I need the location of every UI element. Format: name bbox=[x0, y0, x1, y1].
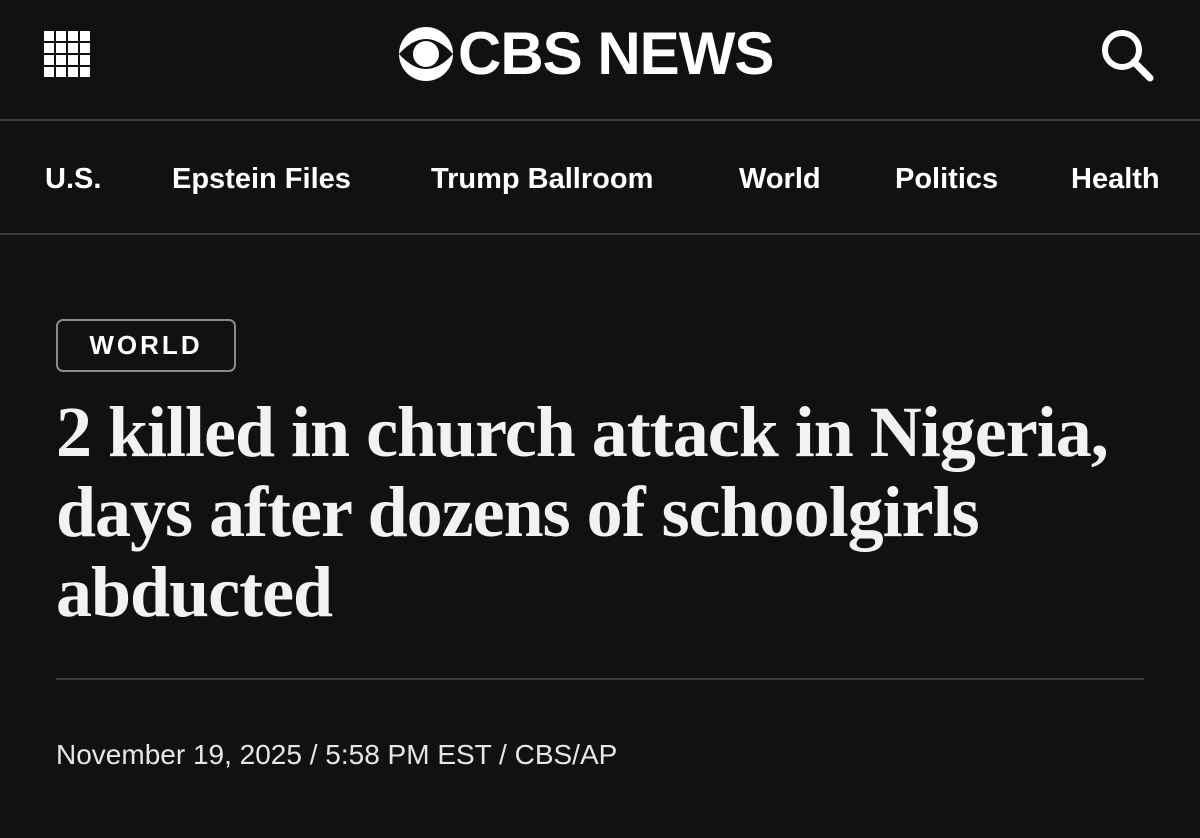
nav-item-world[interactable]: World bbox=[739, 161, 821, 197]
logo-text: CBS NEWS bbox=[458, 20, 774, 87]
cbs-eye-icon bbox=[398, 26, 454, 82]
nav-item-politics[interactable]: Politics bbox=[895, 161, 998, 197]
nav-item-epstein-files[interactable]: Epstein Files bbox=[172, 161, 351, 197]
nav-divider bbox=[0, 233, 1200, 235]
site-header: CBS NEWS bbox=[0, 0, 1200, 119]
grid-menu-icon[interactable] bbox=[44, 31, 90, 77]
section-nav: U.S. Epstein Files Trump Ballroom World … bbox=[0, 121, 1158, 233]
search-icon[interactable] bbox=[1100, 28, 1154, 82]
cbs-news-logo[interactable]: CBS NEWS bbox=[398, 22, 802, 86]
category-badge[interactable]: WORLD bbox=[56, 319, 236, 372]
article-byline: November 19, 2025 / 5:58 PM EST / CBS/AP bbox=[56, 739, 618, 770]
nav-item-us[interactable]: U.S. bbox=[45, 161, 101, 197]
article-headline: 2 killed in church attack in Nigeria, da… bbox=[56, 392, 1109, 632]
nav-item-health[interactable]: Health bbox=[1071, 161, 1158, 197]
nav-item-trump-ballroom[interactable]: Trump Ballroom bbox=[431, 161, 653, 197]
article-divider bbox=[56, 678, 1144, 680]
